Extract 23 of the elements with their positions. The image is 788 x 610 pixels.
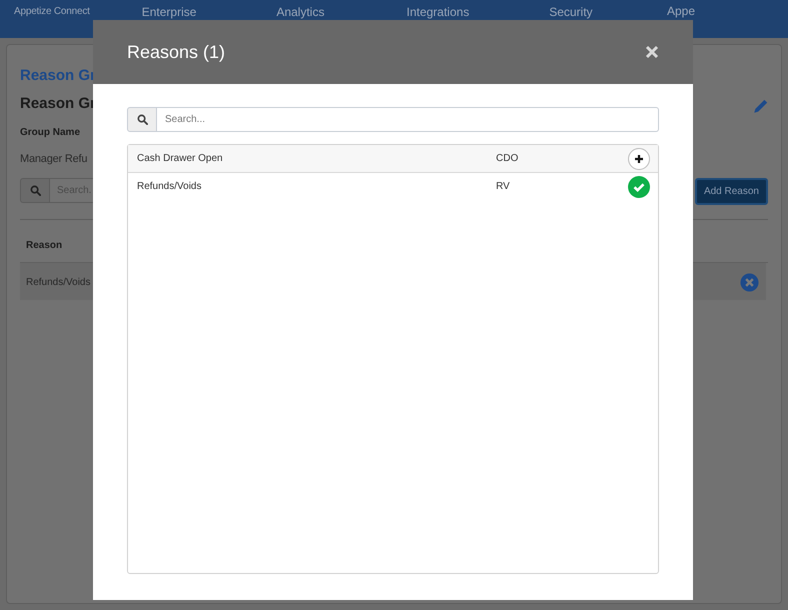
list-cell-text: RV: [496, 180, 511, 194]
user-menu[interactable]: Appe: [666, 5, 695, 18]
list-cell-text: Refunds/Voids: [137, 180, 202, 194]
close-button[interactable]: [643, 44, 660, 60]
field-value: Manager Refu: [20, 152, 88, 167]
add-reason-button[interactable]: Add Reason: [694, 178, 768, 205]
list-cell-text: Cash Drawer Open: [137, 152, 224, 166]
plus-icon: [634, 154, 644, 164]
pencil-icon[interactable]: [752, 97, 770, 113]
added-check-icon[interactable]: [628, 176, 650, 198]
modal-title: Reasons (1): [127, 40, 226, 64]
nav-link[interactable]: Enterprise: [142, 6, 196, 19]
add-button[interactable]: [628, 148, 650, 170]
nav-link[interactable]: Integrations: [406, 6, 470, 19]
list-cell-text: CDO: [496, 152, 520, 166]
table-cell-text: Refunds/Voids: [25, 276, 90, 290]
brand-link[interactable]: Appetize Connect: [14, 6, 90, 18]
nav-link[interactable]: Analytics: [276, 6, 324, 19]
search-icon: [20, 178, 50, 203]
nav-link[interactable]: Security: [549, 6, 593, 19]
field-label: Group Name: [20, 126, 80, 139]
column-header: Reason: [25, 239, 62, 253]
search-icon: [127, 107, 157, 132]
